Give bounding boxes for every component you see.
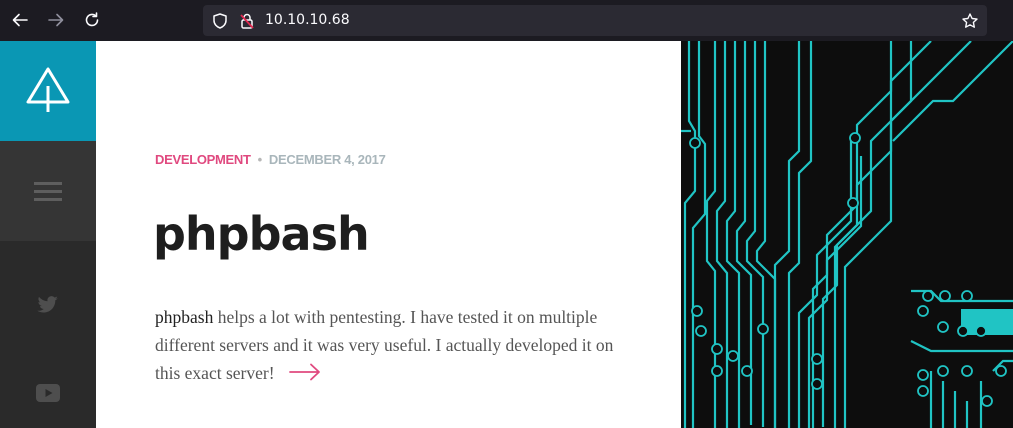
meta-separator: • <box>257 152 263 167</box>
insecure-lock-icon[interactable] <box>238 12 256 30</box>
post-category[interactable]: DEVELOPMENT <box>155 152 251 167</box>
url-bar[interactable]: 10.10.10.68 <box>203 5 987 36</box>
reload-icon <box>85 12 99 27</box>
browser-toolbar: 10.10.10.68 <box>0 0 1013 41</box>
read-more-link[interactable] <box>289 361 321 389</box>
url-text[interactable]: 10.10.10.68 <box>265 12 350 28</box>
arrow-left-icon <box>12 13 28 27</box>
arrow-right-icon <box>289 363 320 381</box>
youtube-icon <box>36 384 60 402</box>
menu-button[interactable] <box>0 141 96 241</box>
post-content: DEVELOPMENT • DECEMBER 4, 2017 phpbash php… <box>96 41 681 428</box>
circuit-board-image <box>681 41 1013 428</box>
star-icon[interactable] <box>961 12 979 30</box>
post-excerpt: phpbash helps a lot with pentesting. I h… <box>155 303 625 389</box>
arrow-right-icon <box>48 13 64 27</box>
back-button[interactable] <box>8 8 32 32</box>
excerpt-bold: phpbash <box>155 307 214 327</box>
forward-button[interactable] <box>44 8 68 32</box>
circuit-board-graphic <box>681 41 1013 428</box>
post-date[interactable]: DECEMBER 4, 2017 <box>269 152 386 167</box>
post-title[interactable]: phpbash <box>153 207 370 261</box>
shield-icon[interactable] <box>211 12 229 30</box>
excerpt-text: helps a lot with pentesting. I have test… <box>155 307 614 383</box>
post-meta: DEVELOPMENT • DECEMBER 4, 2017 <box>155 152 386 167</box>
reload-button[interactable] <box>80 8 104 32</box>
twitter-icon <box>37 296 58 313</box>
hamburger-menu-icon <box>34 182 62 201</box>
twitter-link[interactable] <box>0 296 96 314</box>
sidebar <box>0 41 96 428</box>
tree-logo-icon <box>26 67 70 112</box>
site-logo[interactable] <box>0 41 96 141</box>
youtube-link[interactable] <box>0 384 96 402</box>
